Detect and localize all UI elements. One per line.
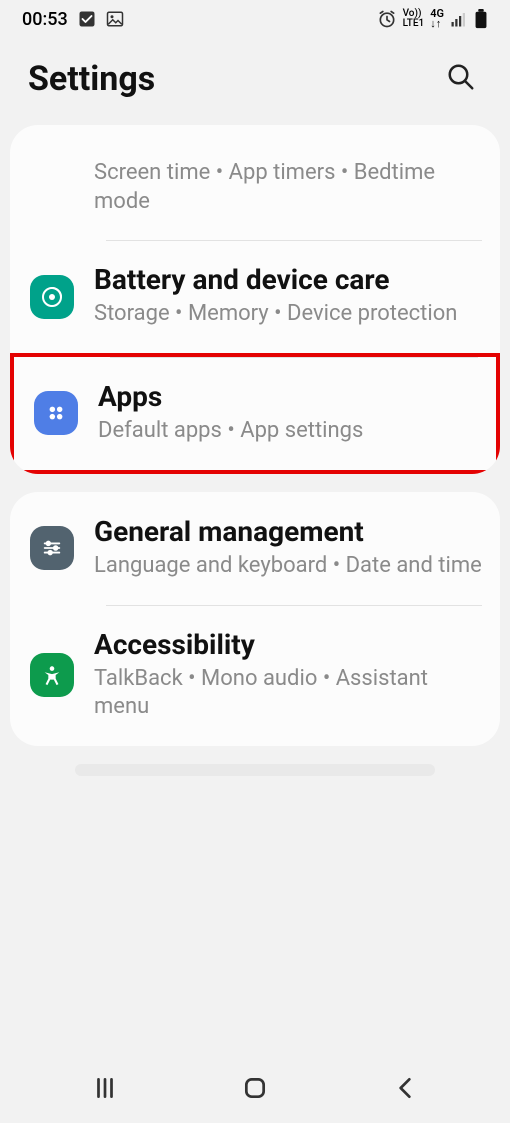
nav-back-button[interactable] <box>368 1065 442 1114</box>
search-button[interactable] <box>440 56 482 101</box>
accessibility-icon <box>30 653 74 697</box>
network-gen: 4G ↓↑ <box>430 9 444 29</box>
volte-indicator: Vo)) LTE1 <box>403 9 425 29</box>
settings-group-2: General management Language and keyboard… <box>10 492 500 746</box>
settings-item-general-management[interactable]: General management Language and keyboard… <box>10 492 500 605</box>
nav-recent-button[interactable] <box>68 1065 142 1114</box>
recent-icon <box>92 1089 118 1104</box>
settings-item-apps[interactable]: Apps Default apps • App settings <box>10 353 500 474</box>
search-icon <box>446 80 476 95</box>
item-title: Battery and device care <box>94 264 482 296</box>
apps-icon <box>34 391 78 435</box>
status-left: 00:53 <box>22 9 124 30</box>
home-icon <box>242 1089 268 1104</box>
checkbox-icon <box>78 10 96 28</box>
item-subtitle: Default apps • App settings <box>98 417 478 446</box>
scroll-indicator <box>75 764 435 776</box>
sliders-icon <box>30 526 74 570</box>
item-subtitle: Screen time • App timers • Bedtime mode <box>94 159 482 216</box>
status-bar: 00:53 Vo)) LTE1 4G ↓↑ <box>0 0 510 38</box>
image-icon <box>106 10 124 28</box>
item-subtitle: TalkBack • Mono audio • Assistant menu <box>94 665 482 722</box>
item-title: General management <box>94 516 482 548</box>
settings-group-1: Screen time • App timers • Bedtime mode … <box>10 125 500 474</box>
status-right: Vo)) LTE1 4G ↓↑ <box>377 9 488 29</box>
item-title: Apps <box>98 381 478 413</box>
settings-item-digital-wellbeing[interactable]: Screen time • App timers • Bedtime mode <box>10 135 500 240</box>
alarm-icon <box>377 9 397 29</box>
page-title: Settings <box>28 59 155 99</box>
status-time: 00:53 <box>22 9 68 30</box>
settings-header: Settings <box>0 38 510 125</box>
signal-icon <box>450 10 468 28</box>
item-subtitle: Language and keyboard • Date and time <box>94 552 482 581</box>
settings-item-accessibility[interactable]: Accessibility TalkBack • Mono audio • As… <box>10 605 500 746</box>
battery-icon <box>474 9 488 29</box>
nav-home-button[interactable] <box>218 1065 292 1114</box>
android-navbar <box>0 1055 510 1123</box>
device-care-icon <box>30 275 74 319</box>
item-title: Accessibility <box>94 629 482 661</box>
item-subtitle: Storage • Memory • Device protection <box>94 300 482 329</box>
settings-item-battery-device-care[interactable]: Battery and device care Storage • Memory… <box>10 240 500 353</box>
back-icon <box>392 1089 418 1104</box>
